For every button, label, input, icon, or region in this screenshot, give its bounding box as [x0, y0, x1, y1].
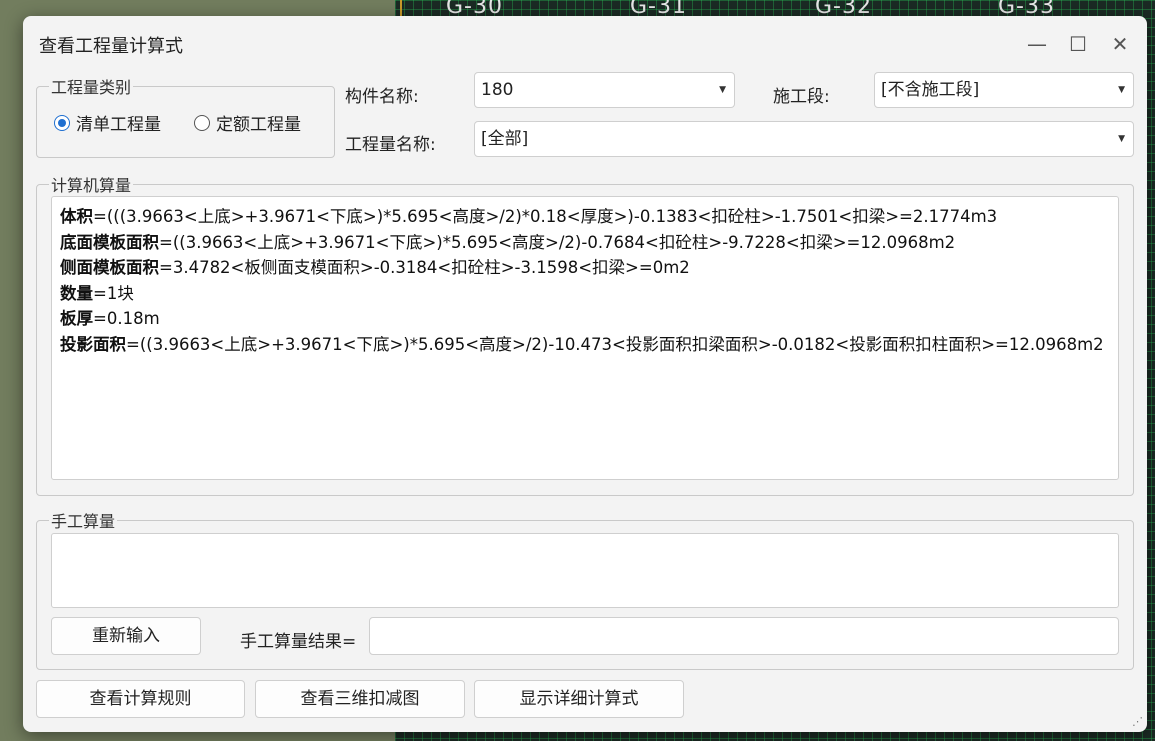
radio-bill-quantity[interactable]: 清单工程量	[54, 110, 161, 135]
chevron-down-icon: ▼	[1118, 85, 1125, 95]
calc-line-bottom-formwork: 底面模板面积=((3.9663<上底>+3.9671<下底>)*5.695<高度…	[60, 230, 1110, 256]
stage-value: [不含施工段]	[881, 80, 980, 100]
calc-line-count: 数量=1块	[60, 281, 1110, 307]
quantity-name-select[interactable]: [全部] ▼	[474, 121, 1134, 157]
calc-line-name: 数量	[60, 283, 93, 303]
calc-line-formula: =((3.9663<上底>+3.9671<下底>)*5.695<高度>/2)-0…	[159, 232, 956, 252]
calc-line-projected-area: 投影面积=((3.9663<上底>+3.9671<下底>)*5.695<高度>/…	[60, 332, 1110, 358]
component-name-value: 180	[481, 80, 514, 100]
calc-line-volume: 体积=(((3.9663<上底>+3.9671<下底>)*5.695<高度>/2…	[60, 204, 1110, 230]
calc-line-name: 底面模板面积	[60, 232, 159, 252]
stage-label: 施工段:	[773, 87, 830, 107]
close-button[interactable]: ✕	[1105, 30, 1135, 58]
calc-line-formula: =((3.9663<上底>+3.9671<下底>)*5.695<高度>/2)-1…	[126, 334, 1104, 354]
computer-calc-legend: 计算机算量	[51, 176, 132, 195]
radio-label: 定额工程量	[216, 115, 301, 135]
component-name-select[interactable]: 180 ▼	[474, 72, 735, 108]
radio-selected-icon	[54, 114, 70, 131]
stage-select[interactable]: [不含施工段] ▼	[874, 72, 1134, 108]
computer-calc-textarea[interactable]: 体积=(((3.9663<上底>+3.9671<下底>)*5.695<高度>/2…	[51, 196, 1119, 480]
calc-formula-dialog: 查看工程量计算式 — ☐ ✕ 工程量类别 清单工程量 定额工程量 构件名称: 1…	[23, 16, 1147, 732]
quantity-type-legend: 工程量类别	[51, 78, 132, 97]
minimize-button[interactable]: —	[1022, 30, 1052, 58]
component-name-label: 构件名称:	[345, 87, 419, 107]
radio-unselected-icon	[194, 114, 210, 131]
calc-line-name: 投影面积	[60, 334, 126, 354]
calc-line-formula: =0.18m	[93, 309, 160, 328]
radio-quota-quantity[interactable]: 定额工程量	[194, 110, 301, 135]
quantity-name-value: [全部]	[481, 129, 529, 149]
show-detail-formula-button[interactable]: 显示详细计算式	[474, 680, 684, 718]
manual-calc-legend: 手工算量	[51, 512, 116, 531]
calc-line-thickness: 板厚=0.18m	[60, 306, 1110, 332]
calc-line-formula: =3.4782<板侧面支模面积>-0.3184<扣砼柱>-3.1598<扣梁>=…	[159, 258, 690, 277]
view-3d-deduction-button[interactable]: 查看三维扣减图	[255, 680, 465, 718]
quantity-name-label: 工程量名称:	[345, 135, 436, 155]
calc-line-side-formwork: 侧面模板面积=3.4782<板侧面支模面积>-0.3184<扣砼柱>-3.159…	[60, 255, 1110, 281]
calc-line-formula: =(((3.9663<上底>+3.9671<下底>)*5.695<高度>/2)*…	[93, 207, 998, 226]
view-calc-rules-button[interactable]: 查看计算规则	[36, 680, 245, 718]
manual-result-label: 手工算量结果=	[240, 632, 357, 652]
maximize-button[interactable]: ☐	[1063, 30, 1093, 58]
radio-label: 清单工程量	[76, 115, 161, 135]
manual-result-input[interactable]	[369, 617, 1119, 655]
calc-line-name: 体积	[60, 207, 93, 226]
reenter-button[interactable]: 重新输入	[51, 617, 201, 655]
calc-line-name: 板厚	[60, 309, 93, 328]
resize-grip-icon[interactable]: ⋰	[1132, 715, 1143, 728]
chevron-down-icon: ▼	[1118, 134, 1125, 144]
dialog-title: 查看工程量计算式	[39, 36, 183, 57]
calc-line-formula: =1块	[93, 283, 134, 303]
calc-line-name: 侧面模板面积	[60, 258, 159, 277]
manual-calc-textarea[interactable]	[51, 533, 1119, 608]
chevron-down-icon: ▼	[719, 85, 726, 95]
